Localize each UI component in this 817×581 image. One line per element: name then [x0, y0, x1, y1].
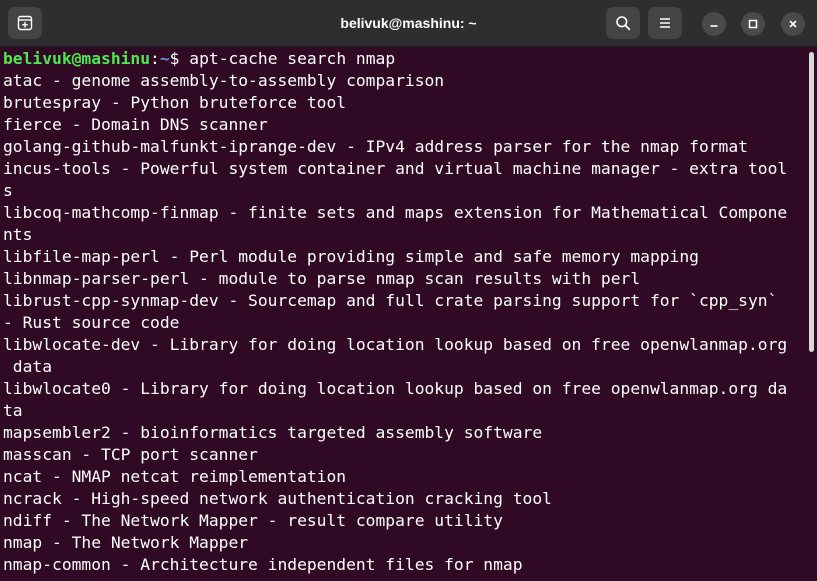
output-line: mapsembler2 - bioinformatics targeted as… [3, 423, 543, 442]
output-line: libwlocate-dev - Library for doing locat… [3, 335, 788, 354]
output-line: libcoq-mathcomp-finmap - finite sets and… [3, 203, 788, 222]
search-icon [616, 16, 631, 31]
output-line: brutespray - Python bruteforce tool [3, 93, 347, 112]
menu-button[interactable] [648, 7, 682, 39]
new-tab-icon [17, 15, 33, 31]
output-line: ndiff - The Network Mapper - result comp… [3, 511, 503, 530]
output-line: ncat - NMAP netcat reimplementation [3, 467, 347, 486]
hamburger-menu-icon [660, 18, 670, 28]
search-button[interactable] [606, 7, 640, 39]
title-bar[interactable]: belivuk@mashinu: ~ [0, 0, 817, 47]
prompt-separator: : [150, 49, 160, 68]
output-line: data [3, 357, 53, 376]
prompt-path: ~ [159, 49, 170, 68]
output-line: - Rust source code [3, 313, 180, 332]
output-line: nts [3, 225, 33, 244]
prompt-line: belivuk@mashinu:~$ apt-cache search nmap [0, 48, 807, 70]
maximize-button[interactable] [741, 12, 765, 36]
output-line: libfile-map-perl - Perl module providing… [3, 247, 699, 266]
maximize-icon [748, 19, 758, 29]
terminal-window: belivuk@mashinu: ~ belivuk@mashinu:~$ ap… [0, 0, 817, 581]
output-line: ta [3, 401, 23, 420]
command-text: apt-cache search nmap [189, 49, 396, 68]
new-tab-button[interactable] [8, 7, 42, 39]
output-line: fierce - Domain DNS scanner [3, 115, 268, 134]
output-line: incus-tools - Powerful system container … [3, 159, 788, 178]
output-line: libnmap-parser-perl - module to parse nm… [3, 269, 641, 288]
prompt-symbol: $ [169, 49, 190, 68]
output-line: golang-github-malfunkt-iprange-dev - IPv… [3, 137, 748, 156]
close-icon [789, 20, 797, 28]
prompt-user-host: belivuk@mashinu [3, 49, 151, 68]
output-line: libwlocate0 - Library for doing location… [3, 379, 788, 398]
output-line: masscan - TCP port scanner [3, 445, 258, 464]
scrollbar-thumb[interactable] [809, 52, 814, 352]
output-line: librust-cpp-synmap-dev - Sourcemap and f… [3, 291, 778, 310]
close-button[interactable] [781, 12, 805, 36]
output-line: s [3, 181, 13, 200]
output-line: nmap-common - Architecture independent f… [3, 555, 523, 574]
minimize-icon [710, 25, 718, 27]
scrollbar[interactable] [807, 48, 817, 581]
output-line: ncrack - High-speed network authenticati… [3, 489, 552, 508]
output-line: nmap - The Network Mapper [3, 533, 249, 552]
minimize-button[interactable] [702, 12, 726, 36]
output-line: atac - genome assembly-to-assembly compa… [3, 71, 445, 90]
terminal-output[interactable]: belivuk@mashinu:~$ apt-cache search nmap… [0, 48, 807, 581]
window-title: belivuk@mashinu: ~ [340, 15, 477, 31]
